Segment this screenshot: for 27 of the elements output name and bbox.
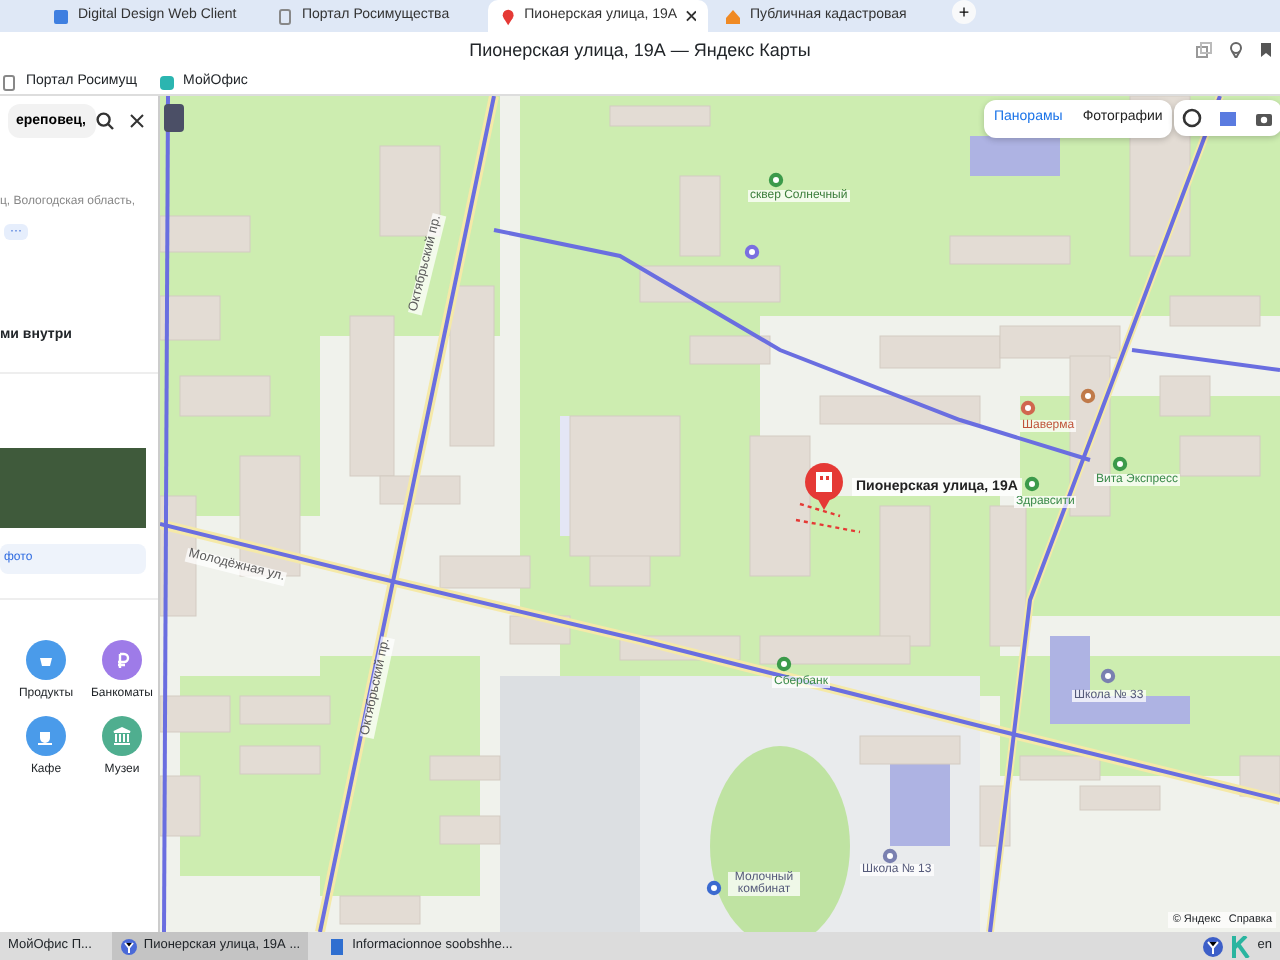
category-button[interactable] <box>26 639 66 679</box>
category-button[interactable] <box>102 639 142 679</box>
document-icon <box>52 7 70 25</box>
house-icon <box>724 7 742 25</box>
new-tab-button[interactable]: + <box>952 0 976 24</box>
category-button[interactable] <box>26 715 66 755</box>
office-icon <box>157 73 176 91</box>
document-icon <box>328 937 347 955</box>
map-pin-icon <box>804 462 844 510</box>
document-icon <box>276 7 294 25</box>
camera-icon <box>1254 108 1274 128</box>
close-icon <box>130 114 144 128</box>
museum-icon <box>110 723 134 747</box>
collapse-handle[interactable] <box>164 104 184 132</box>
circle-icon <box>1182 108 1202 128</box>
document-icon <box>0 73 18 91</box>
bookmark-icon <box>1260 42 1272 58</box>
search-icon <box>96 112 114 130</box>
browser-icon <box>1201 935 1224 957</box>
map-pin-icon <box>500 7 517 25</box>
k-logo-icon <box>1231 935 1250 957</box>
category-button[interactable] <box>102 715 142 755</box>
page-title: Пионерская улица, 19А — Яндекс Карты <box>469 37 811 64</box>
close-icon <box>685 10 696 22</box>
location-icon <box>1228 42 1244 58</box>
browser-icon <box>119 937 138 955</box>
copy-icon <box>1196 42 1212 58</box>
